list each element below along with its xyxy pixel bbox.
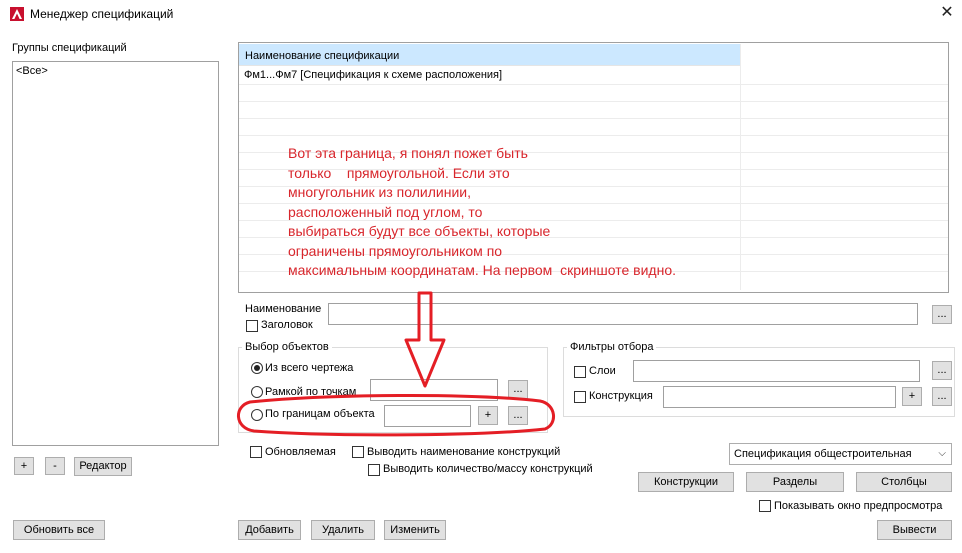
annotation-line: Вот эта граница, я понял пожет быть [288, 145, 528, 161]
remove-group-button[interactable]: - [45, 457, 65, 475]
chevron-down-icon: ⌵ [938, 448, 946, 459]
row-divider [239, 101, 948, 102]
row-divider [239, 118, 948, 119]
window-title: Менеджер спецификаций [30, 7, 174, 21]
preview-checkbox[interactable] [759, 500, 771, 512]
add-button[interactable]: Добавить [238, 520, 301, 540]
sections-button[interactable]: Разделы [746, 472, 844, 492]
exit-button[interactable]: Вывести [877, 520, 952, 540]
object-selection-label: Выбор объектов [242, 341, 332, 353]
output-qty-label: Выводить количество/массу конструкций [383, 463, 593, 475]
edit-button[interactable]: Изменить [384, 520, 446, 540]
updatable-label: Обновляемая [265, 446, 336, 458]
groups-label: Группы спецификаций [12, 42, 127, 54]
output-name-checkbox[interactable] [352, 446, 364, 458]
filters-label: Фильтры отбора [567, 341, 657, 353]
annotation-line: ограничены прямоугольником по [288, 242, 503, 259]
construction-browse-button[interactable]: ... [932, 387, 952, 406]
by-border-browse-button[interactable]: ... [508, 406, 528, 425]
annotation-line: максимальным координатам. На первом скри… [288, 262, 677, 278]
by-border-field[interactable] [384, 405, 471, 427]
annotation-line: расположенный под углом, то [288, 203, 483, 220]
annotation-line: только прямоугольной. Если это [288, 164, 510, 181]
updatable-checkbox[interactable] [250, 446, 262, 458]
radio-whole-drawing-label: Из всего чертежа [265, 362, 354, 374]
close-icon[interactable]: ✕ [938, 4, 956, 22]
constructions-button[interactable]: Конструкции [638, 472, 734, 492]
row-divider [239, 84, 948, 85]
annotation-text: Вот эта граница, я понял пожет быть толь… [288, 144, 728, 281]
groups-list[interactable]: <Все> [12, 61, 219, 446]
name-browse-button[interactable]: ... [932, 305, 952, 324]
header-checkbox-label: Заголовок [261, 319, 313, 331]
column-header-name[interactable]: Наименование спецификации [245, 50, 399, 62]
delete-button[interactable]: Удалить [311, 520, 375, 540]
app-logo-icon [10, 7, 24, 21]
layers-field[interactable] [633, 360, 920, 382]
update-all-button[interactable]: Обновить все [13, 520, 105, 540]
annotation-line: выбираться будут все объекты, которые [288, 223, 551, 239]
construction-field[interactable] [663, 386, 896, 408]
layers-browse-button[interactable]: ... [932, 361, 952, 380]
row-divider [239, 135, 948, 136]
output-name-label: Выводить наименование конструкций [367, 446, 561, 458]
preview-label: Показывать окно предпросмотра [774, 500, 943, 512]
by-points-field[interactable] [370, 379, 498, 401]
radio-by-points[interactable] [251, 386, 263, 398]
editor-button[interactable]: Редактор [74, 457, 132, 476]
radio-by-border-label: По границам объекта [265, 408, 375, 420]
by-points-browse-button[interactable]: ... [508, 380, 528, 399]
groups-item-all[interactable]: <Все> [16, 65, 48, 77]
construction-label: Конструкция [589, 390, 653, 402]
name-label: Наименование [245, 303, 322, 315]
table-header: Наименование спецификации [239, 44, 740, 66]
output-qty-checkbox[interactable] [368, 464, 380, 476]
by-border-add-button[interactable]: + [478, 406, 498, 425]
header-checkbox[interactable] [246, 320, 258, 332]
annotation-line: многугольник из полилинии, [288, 184, 471, 200]
layers-label: Слои [589, 365, 616, 377]
spec-type-select[interactable]: Спецификация общестроительная ⌵ [729, 443, 952, 465]
columns-button[interactable]: Столбцы [856, 472, 952, 492]
table-row[interactable]: Фм1...Фм7 [Спецификация к схеме располож… [244, 69, 502, 81]
layers-checkbox[interactable] [574, 366, 586, 378]
radio-by-border[interactable] [251, 409, 263, 421]
construction-checkbox[interactable] [574, 391, 586, 403]
name-input[interactable] [328, 303, 918, 325]
radio-whole-drawing[interactable] [251, 362, 263, 374]
spec-type-value: Спецификация общестроительная [734, 448, 912, 460]
radio-by-points-label: Рамкой по точкам [265, 386, 357, 398]
construction-add-button[interactable]: + [902, 387, 922, 406]
add-group-button[interactable]: + [14, 457, 34, 475]
